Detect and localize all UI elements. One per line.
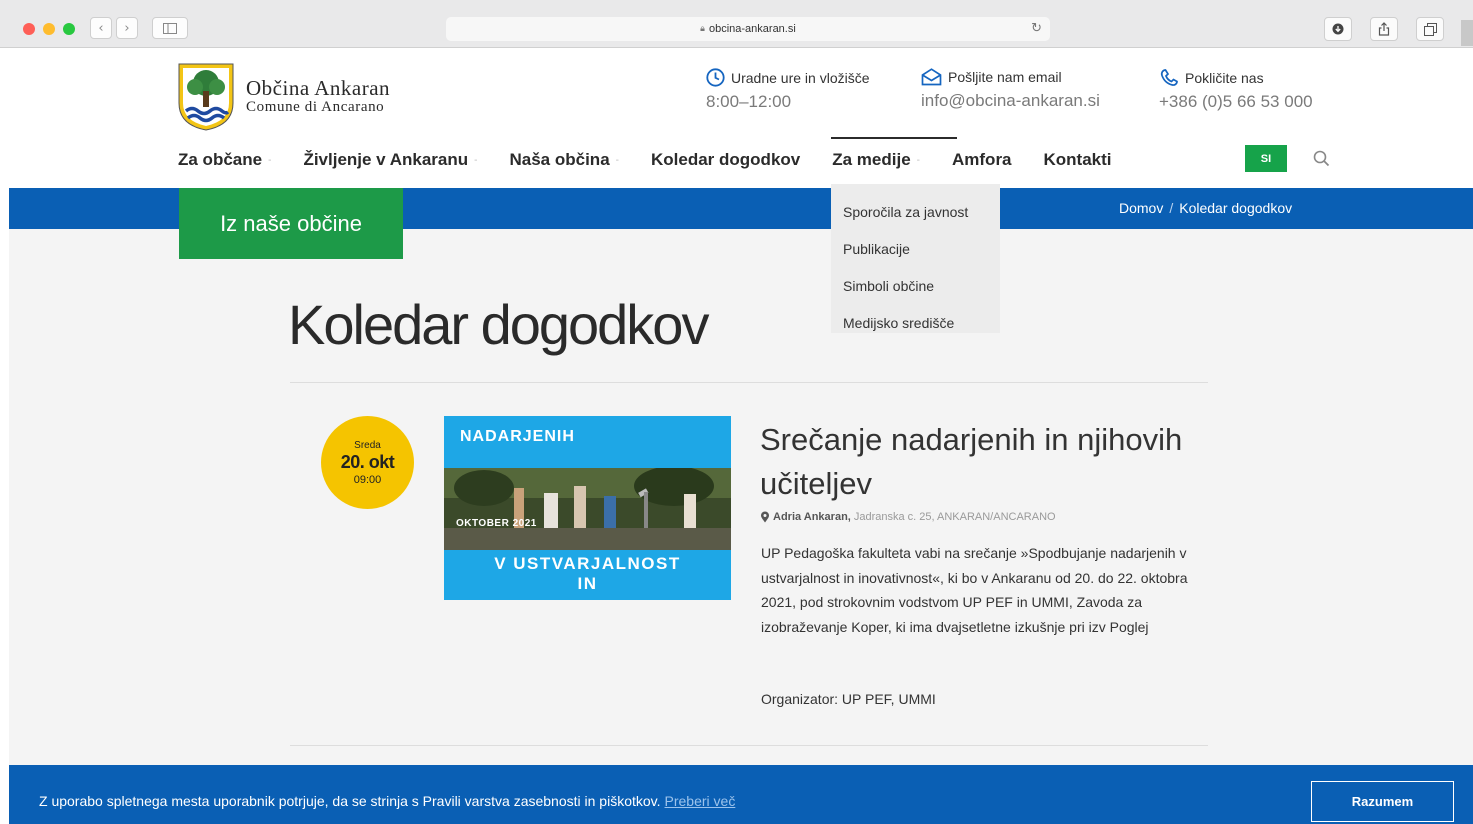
phone-icon — [1160, 69, 1178, 86]
accept-cookies-button[interactable]: Razumem — [1311, 781, 1454, 822]
clock-icon — [706, 68, 725, 87]
phone-label: Pokličite nas — [1185, 69, 1264, 86]
event-location-address: Jadranska c. 25, ANKARAN/ANCARANO — [853, 511, 1056, 523]
url-text: obcina-ankaran.si — [708, 23, 796, 35]
coat-of-arms-logo[interactable] — [178, 63, 234, 131]
site-header: Občina Ankaran Comune di Ancarano Uradne… — [0, 48, 1473, 188]
envelope-icon — [921, 68, 942, 86]
dropdown-item-medijsko-sredisce[interactable]: Medijsko središče — [831, 304, 1000, 341]
tabs-icon[interactable] — [1416, 17, 1444, 41]
event-location: Adria Ankaran, Jadranska c. 25, ANKARAN/… — [760, 511, 1056, 523]
nav-label: Naša občina — [509, 150, 610, 169]
site-subname: Comune di Ancarano — [246, 99, 385, 115]
event-location-name: Adria Ankaran, — [773, 511, 851, 523]
event-organizer: Organizator: UP PEF, UMMI — [761, 691, 936, 707]
nav-item-kontakti[interactable]: Kontakti — [1044, 150, 1112, 170]
nav-item-nasa-obcina[interactable]: Naša občina - — [510, 150, 620, 170]
phone-contact: Pokličite nas +386 (0)5 66 53 000 — [1159, 68, 1313, 112]
nav-label: Kontakti — [1043, 150, 1112, 169]
email-link[interactable]: info@obcina-ankaran.si — [921, 91, 1100, 111]
sidebar-toggle-icon[interactable] — [152, 17, 188, 39]
dropdown-item-publikacije[interactable]: Publikacije — [831, 230, 1000, 267]
email-label: Pošljite nam email — [948, 69, 1062, 85]
nav-item-koledar[interactable]: Koledar dogodkov — [651, 150, 800, 170]
dropdown-marker-icon: - — [268, 154, 272, 166]
event-description: UP Pedagoška fakulteta vabi na srečanje … — [761, 545, 1188, 635]
content-area — [9, 229, 1473, 765]
event-image-subtitle: V USTVARJALNOST — [494, 554, 681, 573]
nav-item-za-obcane[interactable]: Za občane - — [178, 150, 271, 170]
nav-label: Koledar dogodkov — [651, 150, 801, 169]
event-image-date: OKTOBER 2021 — [456, 518, 537, 529]
dropdown-item-simboli[interactable]: Simboli občine — [831, 267, 1000, 304]
back-button[interactable]: ‹ — [90, 17, 112, 39]
breadcrumb-home[interactable]: Domov — [1119, 200, 1163, 216]
share-icon[interactable] — [1370, 17, 1398, 41]
dropdown-marker-icon: - — [474, 154, 478, 166]
active-nav-indicator — [831, 137, 957, 139]
nav-label: Amfora — [952, 150, 1012, 169]
location-pin-icon — [761, 511, 769, 523]
breadcrumb-separator: / — [1169, 200, 1174, 216]
event-time: 09:00 — [353, 473, 382, 486]
nav-item-amfora[interactable]: Amfora — [952, 150, 1012, 170]
breadcrumb-current: Koledar dogodkov — [1179, 200, 1293, 216]
dropdown-marker-icon: - — [916, 154, 920, 166]
address-bar[interactable]: 🔒︎ obcina-ankaran.si ↻ — [446, 17, 1050, 41]
cookie-more-link[interactable]: Preberi več — [665, 793, 736, 809]
reload-icon[interactable]: ↻ — [1031, 21, 1042, 36]
site-name[interactable]: Občina Ankaran — [246, 76, 390, 101]
language-switch[interactable]: SI — [1245, 145, 1287, 172]
event-day: Sreda — [354, 439, 381, 451]
nav-label: Življenje v Ankaranu — [303, 150, 469, 169]
close-window-button[interactable] — [23, 23, 35, 35]
page: ‹ › 🔒︎ obcina-ankaran.si ↻ Občina Ankara… — [0, 0, 1473, 824]
download-icon[interactable] — [1324, 17, 1352, 41]
event-image-subtitle-2: IN — [577, 574, 598, 593]
browser-toolbar: ‹ › 🔒︎ obcina-ankaran.si ↻ — [0, 0, 1473, 48]
event-date-badge: Sreda 20. okt 09:00 — [321, 416, 414, 509]
event-date: 20. okt — [340, 451, 395, 472]
page-title: Koledar dogodkov — [288, 293, 709, 356]
nav-label: Za občane — [178, 150, 263, 169]
zoom-window-button[interactable] — [63, 23, 75, 35]
cookie-message: Z uporabo spletnega mesta uporabnik potr… — [39, 793, 735, 809]
breadcrumb: Domov / Koledar dogodkov — [1119, 200, 1292, 216]
office-hours-value: 8:00–12:00 — [706, 92, 792, 111]
office-hours: Uradne ure in vložišče 8:00–12:00 — [706, 68, 870, 112]
dropdown-marker-icon: - — [615, 154, 619, 166]
dropdown-item-sporocila[interactable]: Sporočila za javnost — [831, 193, 1000, 230]
nav-label: Za medije — [832, 150, 911, 169]
nav-item-za-medije[interactable]: Za medije - — [832, 150, 920, 170]
office-hours-label: Uradne ure in vložišče — [731, 69, 870, 86]
event-image-headline: NADARJENIH — [460, 428, 575, 445]
divider — [290, 745, 1208, 746]
email-contact: Pošljite nam email info@obcina-ankaran.s… — [921, 68, 1100, 111]
cookie-text: Z uporabo spletnega mesta uporabnik potr… — [39, 793, 661, 809]
divider — [290, 382, 1208, 383]
section-label: Iz naše občine — [179, 188, 403, 259]
main-navigation: Za občane - Življenje v Ankaranu - Naša ob… — [178, 146, 1144, 174]
minimize-window-button[interactable] — [43, 23, 55, 35]
event-title[interactable]: Srečanje nadarjenih in njihovih učitelje… — [760, 418, 1220, 506]
event-image[interactable]: NADARJENIH OKTOBER 2021 V USTVARJALNOST … — [444, 416, 731, 600]
lock-icon: 🔒︎ — [700, 24, 705, 34]
za-medije-dropdown: Sporočila za javnost Publikacije Simboli… — [831, 184, 1000, 333]
nav-item-zivljenje[interactable]: Življenje v Ankaranu - — [303, 150, 477, 170]
event-photo — [444, 468, 731, 550]
search-icon[interactable] — [1312, 149, 1332, 169]
forward-button[interactable]: › — [116, 17, 138, 39]
phone-link[interactable]: +386 (0)5 66 53 000 — [1159, 92, 1313, 112]
new-tab-button[interactable] — [1461, 20, 1473, 46]
